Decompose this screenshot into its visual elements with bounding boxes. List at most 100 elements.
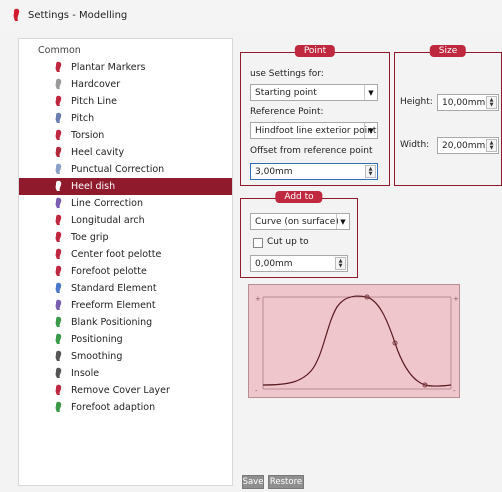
toe-grip-icon — [53, 231, 65, 243]
chevron-down-icon[interactable]: ▼ — [364, 85, 377, 100]
tree-item[interactable]: Punctual Correction — [19, 161, 232, 178]
forefoot-adaption-icon — [53, 401, 65, 413]
tree-item-label: Heel cavity — [71, 147, 125, 158]
save-button[interactable]: Save — [242, 475, 264, 489]
hardcover-icon — [53, 78, 65, 90]
spin-buttons-icon[interactable]: ▲ ▼ — [486, 139, 497, 152]
tree-item-label: Heel dish — [71, 181, 116, 192]
spin-buttons-icon[interactable]: ▲ ▼ — [365, 165, 376, 178]
tree-item-label: Torsion — [71, 130, 105, 141]
tree-item[interactable]: Heel dish — [19, 178, 232, 195]
use-settings-select[interactable]: Starting point ▼ — [250, 84, 378, 101]
cut-up-to-input[interactable]: 0,00mm ▲ ▼ — [250, 255, 348, 272]
reference-point-value: Hindfoot line exterior point — [255, 125, 377, 136]
curve-preview[interactable]: + + - - — [248, 284, 460, 398]
tree-root-common[interactable]: Common — [38, 45, 81, 56]
add-to-value: Curve (on surface) — [255, 216, 339, 227]
height-input[interactable]: 10,00mm ▲ ▼ — [437, 94, 499, 111]
width-input[interactable]: 20,00mm ▲ ▼ — [437, 137, 499, 154]
height-label: Height: — [400, 97, 433, 107]
add-to-group-title: Add to — [275, 191, 323, 203]
tree-item-label: Forefoot adaption — [71, 402, 156, 413]
tree-item[interactable]: Center foot pelotte — [19, 246, 232, 263]
pitch-icon — [53, 112, 65, 124]
tree-item-label: Positioning — [71, 334, 123, 345]
width-value: 20,00mm — [442, 140, 486, 151]
freeform-element-icon — [53, 299, 65, 311]
window-title: Settings - Modelling — [28, 9, 128, 21]
offset-input[interactable]: 3,00mm ▲ ▼ — [250, 163, 378, 180]
tree-item-label: Smoothing — [71, 351, 123, 362]
tree-item[interactable]: Smoothing — [19, 348, 232, 365]
smoothing-icon — [53, 350, 65, 362]
tree-item[interactable]: Forefoot pelotte — [19, 263, 232, 280]
tree-item-label: Hardcover — [71, 79, 121, 90]
tree-item[interactable]: Insole — [19, 365, 232, 382]
marker-icon — [53, 61, 65, 73]
reference-point-select[interactable]: Hindfoot line exterior point ▼ — [250, 122, 378, 139]
tree-item[interactable]: Forefoot adaption — [19, 399, 232, 416]
tree-item[interactable]: Standard Element — [19, 280, 232, 297]
heel-dish-icon — [53, 180, 65, 192]
punctual-correction-icon — [53, 163, 65, 175]
tree-item[interactable]: Toe grip — [19, 229, 232, 246]
height-value: 10,00mm — [442, 97, 486, 108]
tree-item-label: Forefoot pelotte — [71, 266, 147, 277]
svg-text:+: + — [453, 295, 459, 303]
offset-label: Offset from reference point — [250, 146, 373, 156]
tree-item[interactable]: Longitudal arch — [19, 212, 232, 229]
tree-item[interactable]: Torsion — [19, 127, 232, 144]
category-tree[interactable]: Common Plantar Markers Hardcover Pitch Lin… — [18, 38, 233, 486]
cut-up-to-label[interactable]: Cut up to — [267, 237, 309, 247]
tree-item-label: Blank Positioning — [71, 317, 153, 328]
standard-element-icon — [53, 282, 65, 294]
pitch-line-icon — [53, 95, 65, 107]
remove-cover-layer-icon — [53, 384, 65, 396]
tree-item[interactable]: Line Correction — [19, 195, 232, 212]
tree-item-label: Longitudal arch — [71, 215, 145, 226]
tree-item[interactable]: Blank Positioning — [19, 314, 232, 331]
blank-positioning-icon — [53, 316, 65, 328]
tree-item[interactable]: Positioning — [19, 331, 232, 348]
chevron-down-icon[interactable]: ▼ — [364, 123, 377, 138]
use-settings-value: Starting point — [255, 87, 317, 98]
tree-item-label: Pitch — [71, 113, 95, 124]
add-to-group: Add to Curve (on surface) ▼ Cut up to 0,… — [240, 191, 358, 278]
center-foot-pelotte-icon — [53, 248, 65, 260]
longitudal-arch-icon — [53, 214, 65, 226]
restore-button[interactable]: Restore — [268, 475, 304, 489]
svg-text:+: + — [255, 295, 261, 303]
tree-item-label: Pitch Line — [71, 96, 117, 107]
tree-item[interactable]: Plantar Markers — [19, 59, 232, 76]
tree-item-label: Punctual Correction — [71, 164, 165, 175]
reference-point-label: Reference Point: — [250, 107, 324, 117]
curve-line — [262, 295, 452, 387]
tree-item[interactable]: Heel cavity — [19, 144, 232, 161]
app-logo-icon — [13, 8, 20, 21]
tree-item[interactable]: Pitch Line — [19, 93, 232, 110]
chevron-down-icon[interactable]: ▼ — [336, 214, 349, 229]
tree-item-label: Toe grip — [71, 232, 109, 243]
tree-item-label: Plantar Markers — [71, 62, 146, 73]
spin-buttons-icon[interactable]: ▲ ▼ — [486, 96, 497, 109]
tree-item[interactable]: Pitch — [19, 110, 232, 127]
tree-item-label: Line Correction — [71, 198, 143, 209]
tree-item[interactable]: Remove Cover Layer — [19, 382, 232, 399]
svg-text:-: - — [453, 387, 456, 395]
size-group: Size Height: 10,00mm ▲ ▼ Width: 20,00mm ▲… — [394, 45, 502, 186]
tree-item[interactable]: Freeform Element — [19, 297, 232, 314]
curve-preview-drawing: + + - - — [255, 294, 459, 395]
insole-icon — [53, 367, 65, 379]
positioning-icon — [53, 333, 65, 345]
add-to-select[interactable]: Curve (on surface) ▼ — [250, 213, 350, 230]
line-correction-icon — [53, 197, 65, 209]
tree-item-label: Insole — [71, 368, 100, 379]
tree-item-label: Center foot pelotte — [71, 249, 162, 260]
cut-up-to-value: 0,00mm — [255, 258, 293, 269]
spin-buttons-icon[interactable]: ▲ ▼ — [335, 257, 346, 270]
tree-item[interactable]: Hardcover — [19, 76, 232, 93]
size-group-title: Size — [429, 45, 467, 57]
point-group-title: Point — [294, 45, 336, 57]
tree-list: Plantar Markers Hardcover Pitch Line Pitch T… — [19, 59, 232, 416]
cut-up-to-checkbox[interactable] — [253, 238, 263, 248]
